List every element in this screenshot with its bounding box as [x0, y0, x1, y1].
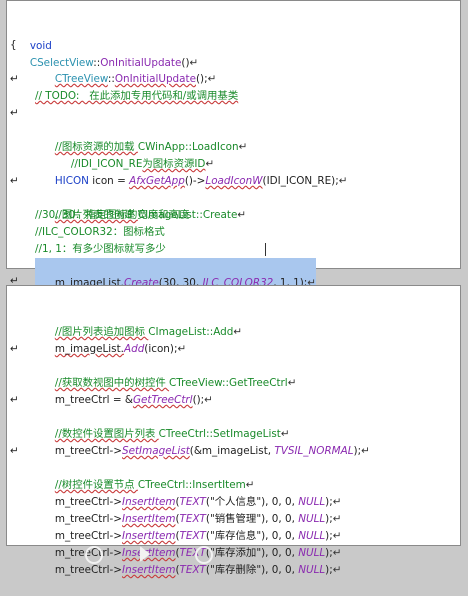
player-controls[interactable]: [60, 546, 360, 564]
code-line: m_treeCtrl->InsertItem(TEXT("销售管理"), 0, …: [7, 477, 460, 525]
code-line: m_treeCtrl->InsertItem(TEXT("库存添加"), 0, …: [7, 511, 460, 559]
code-line: m_treeCtrl->SetImageList(&m_imageList, T…: [7, 409, 460, 457]
code-line: m_treeCtrl->InsertItem(TEXT("库存信息"), 0, …: [7, 494, 460, 542]
code-text: );: [325, 564, 333, 576]
code-line: //数控件设置图片列表 CTreeCtrl::SetImageList↵: [7, 392, 460, 440]
code-panel-top: void CSelectView::OnInitialUpdate()↵ { C…: [6, 0, 461, 309]
code-line: void CSelectView::OnInitialUpdate()↵: [7, 4, 460, 69]
code-line: m_imageList.Add(icon);↵: [7, 307, 460, 355]
code-line: ↵: [7, 375, 460, 406]
code-line: HICON icon = AfxGetApp()->LoadIconW(IDI_…: [7, 139, 460, 187]
text-cursor: [265, 243, 266, 256]
code-line: ↵: [7, 324, 460, 355]
paragraph-mark: ↵: [332, 564, 342, 576]
play-icon[interactable]: [140, 546, 150, 562]
code-line: //图片列表追加图标 CImageList::Add↵: [7, 290, 460, 338]
macro-name: TEXT: [179, 564, 206, 576]
code-line: //图标资源的加载 CWinApp::LoadIcon↵: [7, 105, 460, 153]
code-line: m_treeCtrl = &GetTreeCtrl();↵: [7, 358, 460, 406]
code-line: ↵: [7, 88, 460, 119]
code-line: // TODO: 在此添加专用代码和/或调用基类: [7, 71, 460, 102]
code-line: {: [7, 20, 460, 51]
code-line: //1, 1：有多少图标就写多少: [7, 224, 460, 255]
code-line: ↵: [7, 54, 460, 85]
code-line: m_treeCtrl->InsertItem(TEXT("个人信息"), 0, …: [7, 460, 460, 508]
replay-icon[interactable]: [85, 546, 103, 564]
code-line: //IDI_ICON_RE为图标资源ID↵: [7, 122, 460, 170]
code-text: ("库存删除"), 0, 0,: [205, 564, 299, 576]
code-line: //ILC_COLOR32：图标格式: [7, 207, 460, 238]
code-line: //30, 30：指定图标的宽度和高度: [7, 190, 460, 221]
code-line: //树控件设置节点 CTreeCtrl::InsertItem↵: [7, 443, 460, 491]
code-line: //图片列表的创建 CImageList::Create↵: [7, 173, 460, 221]
code-panel-bottom: //图片列表追加图标 CImageList::Add↵ m_imageList.…: [6, 285, 461, 576]
code-line: m_treeCtrl->InsertItem(TEXT("库存删除"), 0, …: [7, 528, 460, 576]
code-line: ↵: [7, 156, 460, 187]
code-text: m_treeCtrl->: [54, 564, 122, 576]
function-name: InsertItem: [122, 564, 176, 576]
code-line: CTreeView::OnInitialUpdate();↵: [7, 37, 460, 85]
code-line: ↵: [7, 256, 460, 287]
forward-icon[interactable]: [195, 546, 213, 564]
constant: NULL: [298, 564, 326, 576]
code-line: ↵: [7, 426, 460, 457]
code-line: //获取数视图中的树控件 CTreeView::GetTreeCtrl↵: [7, 341, 460, 389]
